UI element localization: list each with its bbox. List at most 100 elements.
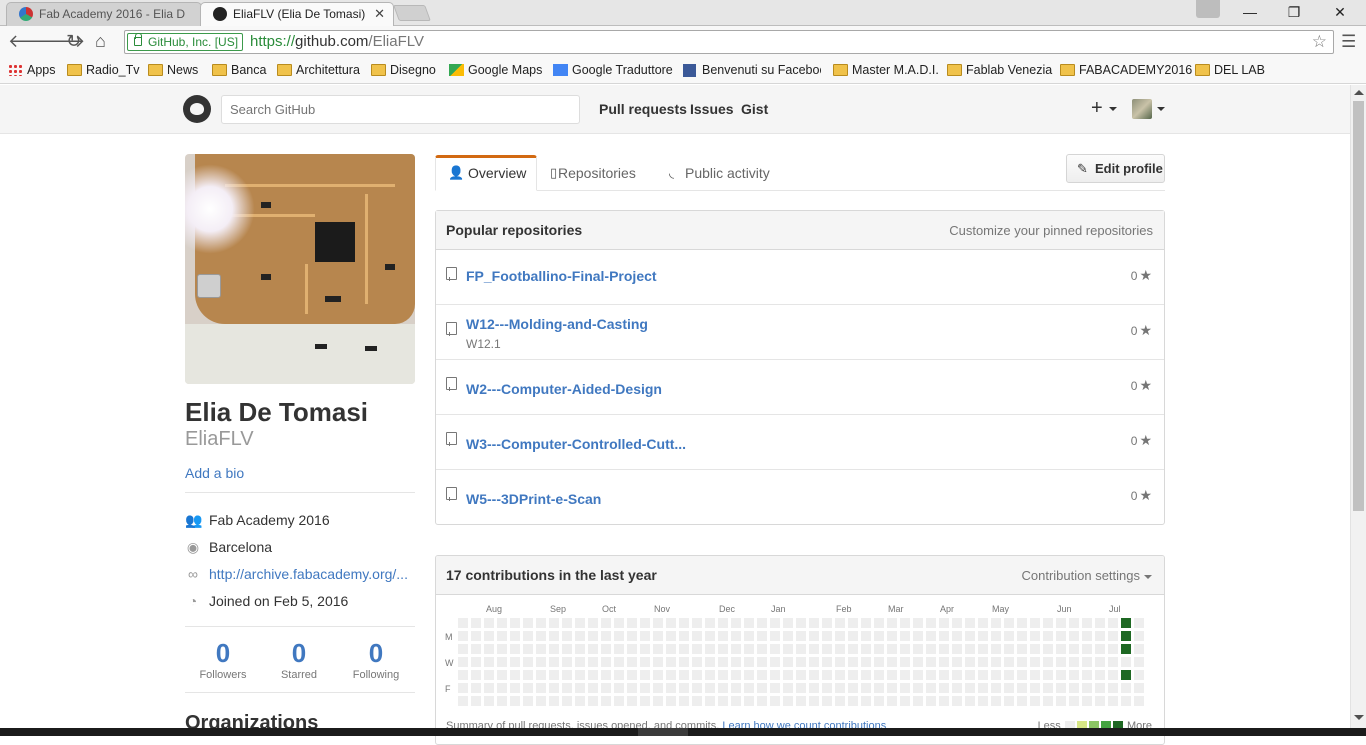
contribution-day-cell[interactable] xyxy=(575,631,585,641)
contribution-day-cell[interactable] xyxy=(1095,670,1105,680)
contribution-day-cell[interactable] xyxy=(991,644,1001,654)
contribution-day-cell[interactable] xyxy=(835,670,845,680)
contribution-day-cell[interactable] xyxy=(562,696,572,706)
chevron-down-icon[interactable] xyxy=(1157,107,1165,111)
contribution-day-cell[interactable] xyxy=(562,644,572,654)
contribution-day-cell[interactable] xyxy=(757,670,767,680)
contribution-day-cell[interactable] xyxy=(1069,683,1079,693)
following-stat[interactable]: 0 Following xyxy=(338,638,414,682)
bookmark-facebook[interactable]: Benvenuti su Faceboo xyxy=(683,62,821,78)
contribution-day-cell[interactable] xyxy=(1030,657,1040,667)
contribution-day-cell[interactable] xyxy=(484,631,494,641)
browser-tab-fabacademy[interactable]: Fab Academy 2016 - Elia D xyxy=(6,2,202,26)
contribution-day-cell[interactable] xyxy=(939,618,949,628)
contribution-day-cell[interactable] xyxy=(783,670,793,680)
contribution-day-cell[interactable] xyxy=(926,631,936,641)
contribution-day-cell[interactable] xyxy=(1069,657,1079,667)
contribution-day-cell[interactable] xyxy=(627,618,637,628)
repo-name-link[interactable]: W2---Computer-Aided-Design xyxy=(466,381,662,397)
contribution-day-cell[interactable] xyxy=(718,670,728,680)
contribution-day-cell[interactable] xyxy=(991,657,1001,667)
contribution-day-cell[interactable] xyxy=(926,683,936,693)
contribution-day-cell[interactable] xyxy=(666,644,676,654)
contribution-day-cell[interactable] xyxy=(861,644,871,654)
contribution-day-cell[interactable] xyxy=(926,644,936,654)
contribution-day-cell[interactable] xyxy=(978,683,988,693)
contribution-day-cell[interactable] xyxy=(1108,644,1118,654)
repo-name-link[interactable]: W12---Molding-and-Casting xyxy=(466,316,648,332)
contribution-day-cell[interactable] xyxy=(796,618,806,628)
contribution-day-cell[interactable] xyxy=(640,631,650,641)
contribution-settings-dropdown[interactable]: Contribution settings xyxy=(1021,568,1152,583)
contribution-day-cell[interactable] xyxy=(861,631,871,641)
contribution-day-cell[interactable] xyxy=(952,631,962,641)
contribution-day-cell[interactable] xyxy=(614,644,624,654)
contribution-day-cell[interactable] xyxy=(900,631,910,641)
contribution-day-cell[interactable] xyxy=(744,670,754,680)
contribution-day-cell[interactable] xyxy=(458,631,468,641)
contribution-day-cell[interactable] xyxy=(562,670,572,680)
contribution-day-cell[interactable] xyxy=(640,657,650,667)
contribution-day-cell[interactable] xyxy=(601,696,611,706)
contribution-day-cell[interactable] xyxy=(796,644,806,654)
contribution-day-cell[interactable] xyxy=(900,657,910,667)
contribution-day-cell[interactable] xyxy=(510,644,520,654)
contribution-day-cell[interactable] xyxy=(939,683,949,693)
contribution-day-cell[interactable] xyxy=(770,631,780,641)
contribution-day-cell[interactable] xyxy=(1017,670,1027,680)
contribution-day-cell[interactable] xyxy=(1108,618,1118,628)
contribution-day-cell[interactable] xyxy=(822,683,832,693)
contribution-day-cell[interactable] xyxy=(1004,657,1014,667)
contribution-day-cell[interactable] xyxy=(978,644,988,654)
repo-stars[interactable]: 0 ★ xyxy=(1131,377,1152,394)
contribution-day-cell[interactable] xyxy=(822,618,832,628)
contribution-day-cell[interactable] xyxy=(991,631,1001,641)
contribution-day-cell[interactable] xyxy=(952,618,962,628)
user-avatar-menu[interactable] xyxy=(1132,99,1152,119)
contribution-day-cell[interactable] xyxy=(874,670,884,680)
contribution-day-cell[interactable] xyxy=(575,683,585,693)
profile-avatar-image[interactable] xyxy=(185,154,415,384)
contribution-day-cell[interactable] xyxy=(692,644,702,654)
contribution-day-cell[interactable] xyxy=(627,657,637,667)
contribution-day-cell[interactable] xyxy=(874,683,884,693)
contribution-day-cell[interactable] xyxy=(731,618,741,628)
contribution-day-cell[interactable] xyxy=(783,631,793,641)
contribution-day-cell[interactable] xyxy=(731,670,741,680)
contribution-day-cell[interactable] xyxy=(497,670,507,680)
contribution-day-cell[interactable] xyxy=(1030,631,1040,641)
scroll-up-arrow-icon[interactable] xyxy=(1354,90,1364,95)
contribution-day-cell[interactable] xyxy=(471,696,481,706)
contribution-day-cell[interactable] xyxy=(549,644,559,654)
contribution-day-cell[interactable] xyxy=(822,670,832,680)
contribution-day-cell[interactable] xyxy=(861,683,871,693)
contribution-day-cell[interactable] xyxy=(1069,631,1079,641)
contribution-day-cell[interactable] xyxy=(731,644,741,654)
contribution-day-cell[interactable] xyxy=(627,696,637,706)
contribution-day-cell[interactable] xyxy=(1095,644,1105,654)
contribution-day-cell[interactable] xyxy=(939,657,949,667)
followers-stat[interactable]: 0 Followers xyxy=(185,638,261,682)
contribution-day-cell[interactable] xyxy=(692,657,702,667)
contribution-day-cell[interactable] xyxy=(757,657,767,667)
contribution-day-cell[interactable] xyxy=(705,670,715,680)
contribution-day-cell[interactable] xyxy=(1043,657,1053,667)
contribution-day-cell[interactable] xyxy=(458,683,468,693)
contribution-day-cell[interactable] xyxy=(523,683,533,693)
contribution-day-cell[interactable] xyxy=(471,657,481,667)
contribution-day-cell[interactable] xyxy=(835,644,845,654)
contribution-day-cell[interactable] xyxy=(497,657,507,667)
contribution-day-cell[interactable] xyxy=(1043,670,1053,680)
contribution-day-cell[interactable] xyxy=(809,657,819,667)
nav-pull-requests[interactable]: Pull requests xyxy=(599,101,687,117)
contribution-day-cell[interactable] xyxy=(497,683,507,693)
contribution-day-cell[interactable] xyxy=(510,631,520,641)
contribution-day-cell[interactable] xyxy=(874,657,884,667)
contribution-day-cell[interactable] xyxy=(1069,670,1079,680)
contribution-day-cell[interactable] xyxy=(952,696,962,706)
contribution-day-cell[interactable] xyxy=(653,631,663,641)
contribution-day-cell[interactable] xyxy=(1043,683,1053,693)
contribution-day-cell[interactable] xyxy=(497,696,507,706)
contribution-day-cell[interactable] xyxy=(770,683,780,693)
contribution-day-cell[interactable] xyxy=(887,631,897,641)
